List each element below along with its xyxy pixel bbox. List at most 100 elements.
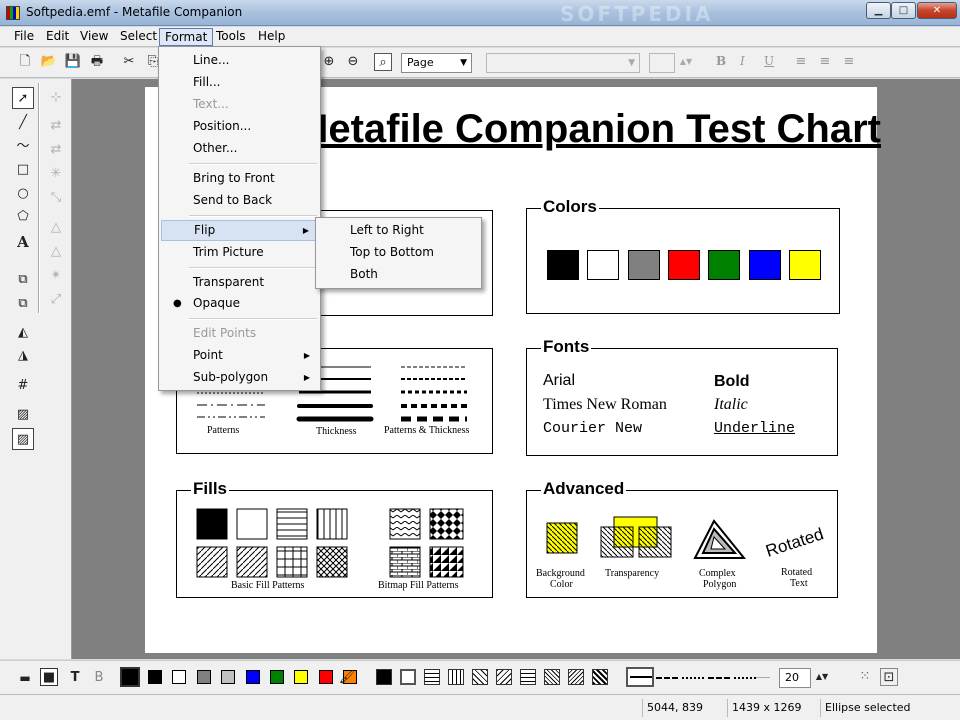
italic-button[interactable]: I (740, 54, 745, 68)
zoom-out-icon[interactable]: ⊖ (344, 53, 362, 71)
line-style-dot[interactable] (682, 677, 704, 679)
menu-item-sub-polygon[interactable]: Sub-polygon ▶ (161, 367, 318, 388)
fill-color-icon[interactable]: ■ (40, 668, 58, 686)
line-color-icon[interactable]: ▬ (16, 669, 34, 687)
rectangle-tool-icon[interactable]: □ (12, 159, 34, 181)
maximize-button[interactable]: □ (891, 2, 916, 19)
menu-format[interactable]: Format (159, 28, 214, 46)
line-tool-icon[interactable]: ╱ (12, 112, 34, 134)
menu-item-trim[interactable]: Trim Picture (161, 242, 318, 263)
ellipse-tool-icon[interactable]: ○ (12, 183, 34, 205)
menu-edit[interactable]: Edit (41, 28, 74, 46)
grid-icon[interactable]: # (12, 375, 34, 397)
point-corner-icon[interactable]: ⤡ (45, 187, 67, 209)
line-width-input[interactable]: 20 (779, 668, 811, 688)
fill-solid-black[interactable] (376, 669, 392, 685)
close-button[interactable]: ✕ (917, 2, 957, 19)
menu-item-position[interactable]: Position... (161, 116, 318, 137)
menu-item-flip[interactable]: Flip ▶ (161, 220, 318, 241)
cut-icon[interactable]: ✂ (120, 53, 138, 71)
menu-item-other[interactable]: Other... (161, 138, 318, 159)
menu-item-flip-top-bottom[interactable]: Top to Bottom (318, 242, 479, 263)
line-style-dashdot[interactable] (708, 677, 730, 679)
line-style-dash[interactable] (656, 677, 678, 679)
send-back-icon[interactable]: ⧉ (12, 293, 34, 315)
open-folder-icon[interactable]: 📂 (40, 53, 58, 71)
edit-points-icon[interactable]: ⊹ (45, 87, 67, 109)
zoom-select[interactable]: Page ▼ (401, 53, 472, 73)
menu-item-flip-both[interactable]: Both (318, 264, 479, 285)
move-point-icon[interactable]: ⇄ (45, 115, 67, 137)
menu-select[interactable]: Select (115, 28, 162, 46)
print-icon[interactable]: 🖶 (88, 53, 106, 71)
point-smooth-icon[interactable]: ✳ (45, 163, 67, 185)
line-style-solid[interactable] (626, 667, 654, 687)
align-center-icon[interactable]: ≡ (816, 53, 834, 71)
polygon-tool-icon[interactable]: ⬠ (12, 206, 34, 228)
line-style-null[interactable] (756, 677, 770, 678)
text-color-icon[interactable]: T (66, 669, 84, 687)
zoom-in-icon[interactable]: ⊕ (320, 53, 338, 71)
new-file-icon[interactable]: 🗋 (16, 53, 34, 71)
line-style-dashdotdot[interactable] (734, 677, 756, 679)
menu-file[interactable]: File (9, 28, 39, 46)
fill-diagonal-2[interactable] (496, 669, 512, 685)
menu-item-edit-points[interactable]: Edit Points (161, 323, 318, 344)
menu-item-flip-left-right[interactable]: Left to Right (318, 220, 479, 241)
palette-color-swatch[interactable] (245, 670, 260, 684)
transparent-icon[interactable]: ▨ (12, 404, 34, 426)
background-color-icon[interactable]: B (90, 669, 108, 687)
join-icon[interactable]: ⤢ (45, 289, 67, 311)
grid-dots-icon[interactable]: ⁙ (856, 668, 874, 686)
fill-hollow[interactable] (400, 669, 416, 685)
underline-button[interactable]: U (764, 54, 774, 68)
zoom-page-icon[interactable]: ⌕ (374, 53, 392, 71)
palette-color-swatch[interactable] (294, 670, 309, 684)
menu-item-fill[interactable]: Fill... (161, 72, 318, 93)
sub-polygon-icon[interactable]: △ (45, 217, 67, 239)
menu-item-line[interactable]: Line... (161, 50, 318, 71)
pointer-tool-icon[interactable]: ➚ (12, 87, 34, 109)
flip-vertical-icon[interactable]: ◮ (12, 345, 34, 367)
palette-color-swatch[interactable] (270, 670, 284, 684)
fill-checker[interactable] (592, 669, 608, 685)
fill-diag-cross[interactable] (544, 669, 560, 685)
current-color-swatch[interactable] (120, 667, 140, 687)
bring-front-icon[interactable]: ⧉ (12, 269, 34, 291)
align-left-icon[interactable]: ≡ (792, 53, 810, 71)
save-icon[interactable]: 💾 (64, 53, 82, 71)
fill-cross[interactable] (520, 669, 536, 685)
minimize-button[interactable]: ▁ (866, 2, 891, 19)
opaque-icon[interactable]: ▨ (12, 428, 34, 450)
fill-horizontal[interactable] (424, 669, 440, 685)
menu-item-send-back[interactable]: Send to Back (161, 190, 318, 211)
menu-item-text[interactable]: Text... (161, 94, 318, 115)
menu-item-bring-front[interactable]: Bring to Front (161, 168, 318, 189)
menu-item-opaque[interactable]: ● Opaque (161, 293, 318, 314)
menu-tools[interactable]: Tools (211, 28, 251, 46)
align-right-icon[interactable]: ≡ (840, 53, 858, 71)
fill-diagonal-1[interactable] (472, 669, 488, 685)
color-picker-icon[interactable]: 🖌 (338, 669, 356, 687)
font-select[interactable]: ▼ (486, 53, 640, 73)
polyline-tool-icon[interactable]: 〜 (12, 136, 34, 158)
menu-view[interactable]: View (75, 28, 113, 46)
snap-grid-icon[interactable]: ⊡ (880, 668, 898, 686)
flip-horizontal-icon[interactable]: ◭ (12, 322, 34, 344)
text-tool-icon[interactable]: A (12, 231, 34, 253)
fill-diag-cross-2[interactable] (568, 669, 584, 685)
font-size-input[interactable] (649, 53, 675, 73)
palette-color-swatch[interactable] (221, 670, 236, 684)
bold-button[interactable]: B (716, 54, 726, 68)
menu-item-point[interactable]: Point ▶ (161, 345, 318, 366)
palette-color-swatch[interactable] (196, 670, 211, 684)
palette-color-swatch[interactable] (148, 670, 162, 684)
fill-vertical[interactable] (448, 669, 464, 685)
palette-color-swatch[interactable] (172, 670, 187, 684)
explode-icon[interactable]: ✴ (45, 265, 67, 287)
font-size-spinner-icon[interactable]: ▲▼ (677, 53, 695, 71)
menu-help[interactable]: Help (253, 28, 290, 46)
sub-polygon-remove-icon[interactable]: △ (45, 241, 67, 263)
add-point-icon[interactable]: ⇄ (45, 139, 67, 161)
menu-item-transparent[interactable]: Transparent (161, 272, 318, 293)
